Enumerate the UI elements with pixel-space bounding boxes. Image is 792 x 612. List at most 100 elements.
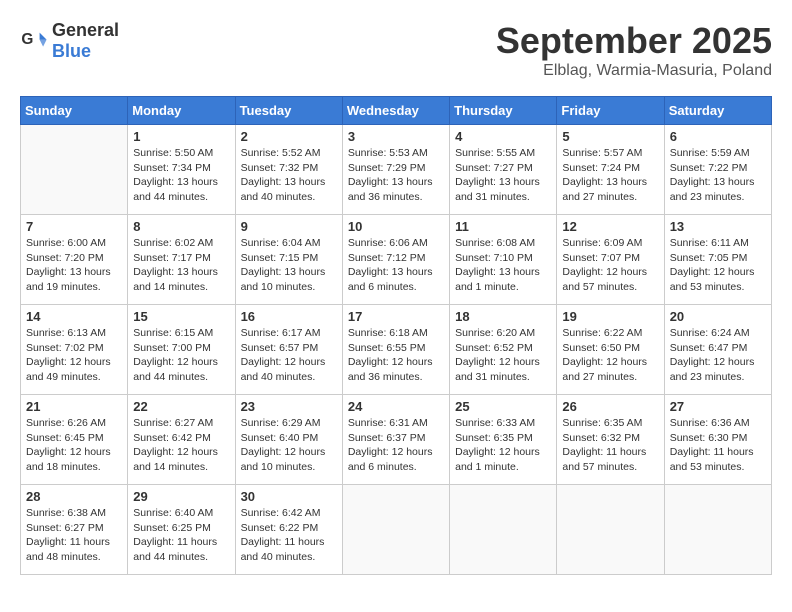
calendar-cell: 19 Sunrise: 6:22 AM Sunset: 6:50 PM Dayli… [557, 305, 664, 395]
day-info: Sunrise: 6:22 AM Sunset: 6:50 PM Dayligh… [562, 326, 658, 385]
weekday-saturday: Saturday [664, 97, 771, 125]
day-info: Sunrise: 6:06 AM Sunset: 7:12 PM Dayligh… [348, 236, 444, 295]
day-info: Sunrise: 5:57 AM Sunset: 7:24 PM Dayligh… [562, 146, 658, 205]
weekday-tuesday: Tuesday [235, 97, 342, 125]
day-info: Sunrise: 6:02 AM Sunset: 7:17 PM Dayligh… [133, 236, 229, 295]
calendar-cell: 18Sunrise: 6:20 AM Sunset: 6:52 PM Dayli… [450, 305, 557, 395]
day-number: 16 [241, 309, 337, 324]
day-number: 20 [670, 309, 766, 324]
day-number: 9 [241, 219, 337, 234]
calendar-cell: 27 Sunrise: 6:36 AM Sunset: 6:30 PM Dayli… [664, 395, 771, 485]
calendar-cell [21, 125, 128, 215]
day-number: 11 [455, 219, 551, 234]
day-info: Sunrise: 6:15 AM Sunset: 7:00 PM Dayligh… [133, 326, 229, 385]
day-number: 29 [133, 489, 229, 504]
day-info: Sunrise: 6:29 AM Sunset: 6:40 PM Dayligh… [241, 416, 337, 475]
calendar-cell: 4Sunrise: 5:55 AM Sunset: 7:27 PM Daylig… [450, 125, 557, 215]
day-number: 3 [348, 129, 444, 144]
calendar-cell: 14 Sunrise: 6:13 AM Sunset: 7:02 PM Dayli… [21, 305, 128, 395]
logo: G General Blue [20, 20, 119, 62]
calendar-cell [664, 485, 771, 575]
day-number: 21 [26, 399, 122, 414]
day-number: 27 [670, 399, 766, 414]
logo-general: General [52, 20, 119, 40]
day-number: 19 [562, 309, 658, 324]
calendar-cell: 26Sunrise: 6:35 AM Sunset: 6:32 PM Dayli… [557, 395, 664, 485]
day-info: Sunrise: 6:27 AM Sunset: 6:42 PM Dayligh… [133, 416, 229, 475]
calendar-cell: 12 Sunrise: 6:09 AM Sunset: 7:07 PM Dayli… [557, 215, 664, 305]
day-info: Sunrise: 5:59 AM Sunset: 7:22 PM Dayligh… [670, 146, 766, 205]
day-info: Sunrise: 5:53 AM Sunset: 7:29 PM Dayligh… [348, 146, 444, 205]
month-title: September 2025 [496, 20, 772, 62]
day-info: Sunrise: 6:36 AM Sunset: 6:30 PM Dayligh… [670, 416, 766, 475]
calendar-cell: 9Sunrise: 6:04 AM Sunset: 7:15 PM Daylig… [235, 215, 342, 305]
week-row-2: 7Sunrise: 6:00 AM Sunset: 7:20 PM Daylig… [21, 215, 772, 305]
day-info: Sunrise: 6:18 AM Sunset: 6:55 PM Dayligh… [348, 326, 444, 385]
week-row-5: 28 Sunrise: 6:38 AM Sunset: 6:27 PM Dayli… [21, 485, 772, 575]
calendar-cell: 2Sunrise: 5:52 AM Sunset: 7:32 PM Daylig… [235, 125, 342, 215]
day-number: 10 [348, 219, 444, 234]
day-number: 24 [348, 399, 444, 414]
day-number: 23 [241, 399, 337, 414]
weekday-header-row: SundayMondayTuesdayWednesdayThursdayFrid… [21, 97, 772, 125]
calendar-cell: 17 Sunrise: 6:18 AM Sunset: 6:55 PM Dayli… [342, 305, 449, 395]
calendar-cell: 8 Sunrise: 6:02 AM Sunset: 7:17 PM Daylig… [128, 215, 235, 305]
day-number: 8 [133, 219, 229, 234]
week-row-3: 14 Sunrise: 6:13 AM Sunset: 7:02 PM Dayli… [21, 305, 772, 395]
weekday-monday: Monday [128, 97, 235, 125]
calendar-cell: 3 Sunrise: 5:53 AM Sunset: 7:29 PM Daylig… [342, 125, 449, 215]
calendar-cell: 11Sunrise: 6:08 AM Sunset: 7:10 PM Dayli… [450, 215, 557, 305]
day-info: Sunrise: 6:17 AM Sunset: 6:57 PM Dayligh… [241, 326, 337, 385]
day-number: 2 [241, 129, 337, 144]
day-info: Sunrise: 6:09 AM Sunset: 7:07 PM Dayligh… [562, 236, 658, 295]
day-info: Sunrise: 5:50 AM Sunset: 7:34 PM Dayligh… [133, 146, 229, 205]
day-info: Sunrise: 6:20 AM Sunset: 6:52 PM Dayligh… [455, 326, 551, 385]
calendar-cell: 30 Sunrise: 6:42 AM Sunset: 6:22 PM Dayli… [235, 485, 342, 575]
day-info: Sunrise: 6:38 AM Sunset: 6:27 PM Dayligh… [26, 506, 122, 565]
day-number: 25 [455, 399, 551, 414]
logo-icon: G [20, 27, 48, 55]
day-number: 28 [26, 489, 122, 504]
calendar-cell: 7Sunrise: 6:00 AM Sunset: 7:20 PM Daylig… [21, 215, 128, 305]
calendar-cell [450, 485, 557, 575]
day-number: 6 [670, 129, 766, 144]
day-number: 14 [26, 309, 122, 324]
calendar-cell [342, 485, 449, 575]
day-info: Sunrise: 6:40 AM Sunset: 6:25 PM Dayligh… [133, 506, 229, 565]
calendar-cell: 6 Sunrise: 5:59 AM Sunset: 7:22 PM Daylig… [664, 125, 771, 215]
day-info: Sunrise: 6:13 AM Sunset: 7:02 PM Dayligh… [26, 326, 122, 385]
week-row-4: 21Sunrise: 6:26 AM Sunset: 6:45 PM Dayli… [21, 395, 772, 485]
calendar-cell: 13 Sunrise: 6:11 AM Sunset: 7:05 PM Dayli… [664, 215, 771, 305]
calendar-cell: 1 Sunrise: 5:50 AM Sunset: 7:34 PM Daylig… [128, 125, 235, 215]
calendar-cell: 25 Sunrise: 6:33 AM Sunset: 6:35 PM Dayli… [450, 395, 557, 485]
day-info: Sunrise: 6:33 AM Sunset: 6:35 PM Dayligh… [455, 416, 551, 475]
logo-blue: Blue [52, 41, 91, 61]
weekday-sunday: Sunday [21, 97, 128, 125]
day-number: 15 [133, 309, 229, 324]
day-number: 30 [241, 489, 337, 504]
week-row-1: 1 Sunrise: 5:50 AM Sunset: 7:34 PM Daylig… [21, 125, 772, 215]
day-number: 7 [26, 219, 122, 234]
calendar-cell: 22 Sunrise: 6:27 AM Sunset: 6:42 PM Dayli… [128, 395, 235, 485]
day-number: 5 [562, 129, 658, 144]
day-info: Sunrise: 6:11 AM Sunset: 7:05 PM Dayligh… [670, 236, 766, 295]
calendar-table: SundayMondayTuesdayWednesdayThursdayFrid… [20, 96, 772, 575]
calendar-cell: 16 Sunrise: 6:17 AM Sunset: 6:57 PM Dayli… [235, 305, 342, 395]
svg-text:G: G [21, 31, 33, 48]
calendar-cell: 28 Sunrise: 6:38 AM Sunset: 6:27 PM Dayli… [21, 485, 128, 575]
calendar-cell: 23 Sunrise: 6:29 AM Sunset: 6:40 PM Dayli… [235, 395, 342, 485]
day-info: Sunrise: 6:42 AM Sunset: 6:22 PM Dayligh… [241, 506, 337, 565]
day-number: 17 [348, 309, 444, 324]
day-number: 4 [455, 129, 551, 144]
page-header: G General Blue September 2025 Elblag, Wa… [20, 20, 772, 80]
calendar-cell: 24Sunrise: 6:31 AM Sunset: 6:37 PM Dayli… [342, 395, 449, 485]
day-number: 13 [670, 219, 766, 234]
calendar-cell: 10 Sunrise: 6:06 AM Sunset: 7:12 PM Dayli… [342, 215, 449, 305]
day-info: Sunrise: 6:24 AM Sunset: 6:47 PM Dayligh… [670, 326, 766, 385]
location-title: Elblag, Warmia-Masuria, Poland [496, 62, 772, 80]
day-number: 22 [133, 399, 229, 414]
calendar-cell [557, 485, 664, 575]
day-number: 1 [133, 129, 229, 144]
day-number: 12 [562, 219, 658, 234]
weekday-thursday: Thursday [450, 97, 557, 125]
